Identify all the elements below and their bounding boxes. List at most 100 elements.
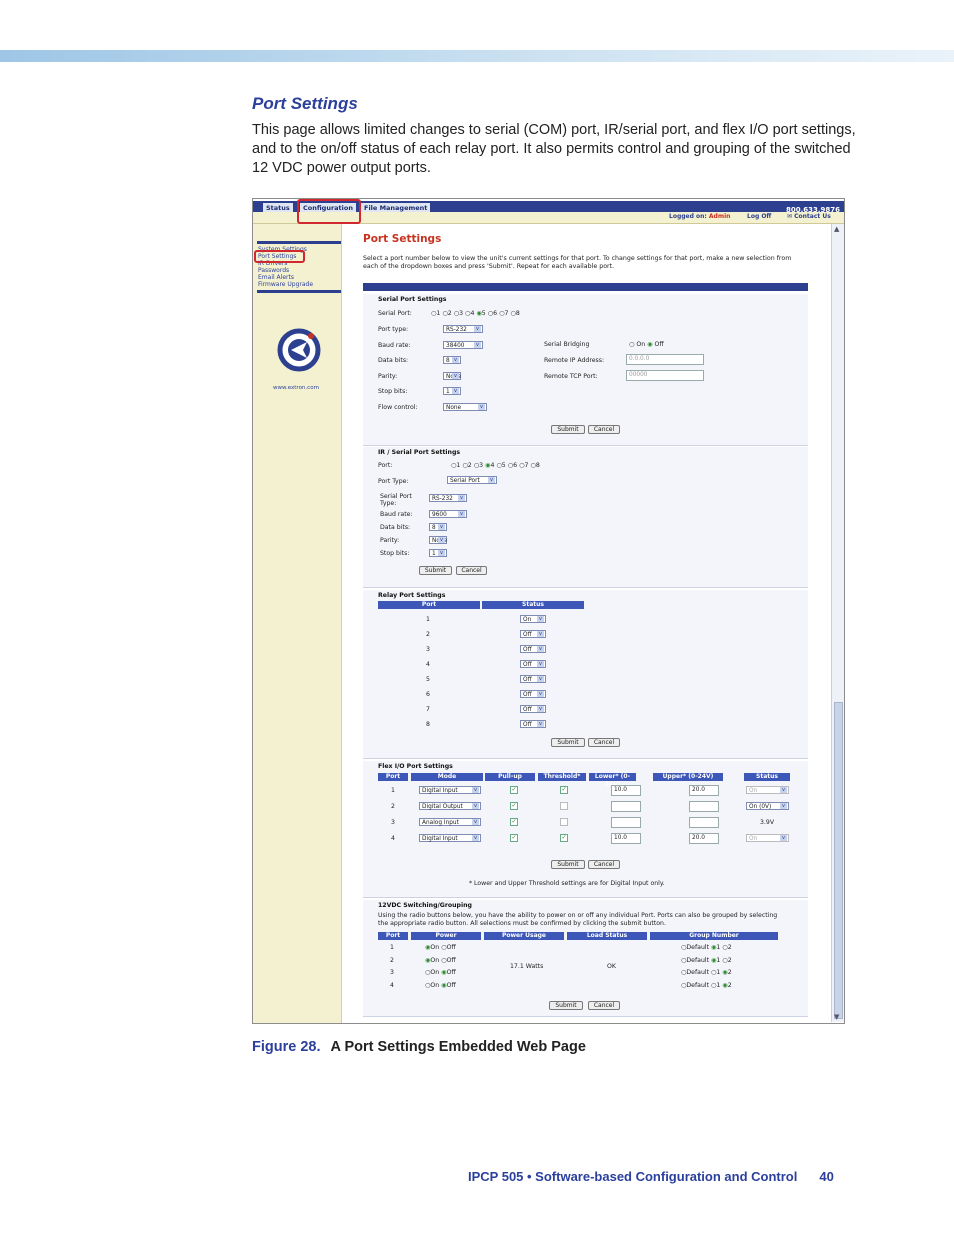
relay-status-select[interactable]: Off	[520, 630, 546, 638]
ir-field-label: Serial Port Type:	[380, 493, 412, 507]
relay-cancel-button[interactable]: Cancel	[588, 738, 620, 747]
relay-status-select[interactable]: Off	[520, 720, 546, 728]
relay-status-select[interactable]: Off	[520, 690, 546, 698]
flex-lower-input[interactable]: 10.0	[611, 833, 641, 844]
flex-upper-input[interactable]	[689, 801, 719, 812]
serial-field-select[interactable]: 38400	[443, 340, 483, 349]
flex-pullup-checkbox[interactable]: ✓	[510, 818, 518, 826]
scroll-down-icon[interactable]: ▼	[834, 1013, 839, 1021]
vdc-power-radio[interactable]: ○On ◉Off	[425, 969, 456, 976]
sidebar-item-firmware-upgrade[interactable]: Firmware Upgrade	[258, 281, 313, 288]
serial-field-select[interactable]: RS-232	[443, 325, 483, 333]
vdc-port-number: 1	[390, 944, 394, 951]
serial-field-select[interactable]: None	[443, 371, 461, 380]
flex-status-text: 3.9V	[760, 819, 775, 826]
flex-pullup-checkbox[interactable]: ✓	[510, 834, 518, 842]
flex-lower-input[interactable]	[611, 801, 641, 812]
vdc-group-radio[interactable]: ○Default ○1 ◉2	[681, 982, 732, 989]
ir-port-radio-group[interactable]: ○1 ○2 ○3 ◉4 ○5 ○6 ○7 ○8	[451, 462, 542, 469]
port-radio-2[interactable]: ○2	[442, 310, 451, 317]
port-radio-6[interactable]: ○6	[488, 310, 497, 317]
ir-field-select[interactable]: 8	[429, 523, 447, 531]
ir-cancel-button[interactable]: Cancel	[456, 566, 487, 575]
serial-field-select[interactable]: 8	[443, 356, 461, 364]
scroll-thumb[interactable]	[834, 702, 843, 1019]
radio-label: Default	[686, 944, 711, 951]
flex-cancel-button[interactable]: Cancel	[588, 860, 620, 869]
port-radio-2[interactable]: ○2	[462, 462, 471, 469]
ir-field-select[interactable]: 1	[429, 549, 447, 557]
flex-threshold-checkbox[interactable]	[560, 802, 568, 810]
port-radio-7[interactable]: ○7	[499, 310, 508, 317]
port-radio-4[interactable]: ◉4	[485, 462, 494, 469]
relay-status-select[interactable]: On	[520, 615, 546, 623]
ir-port-type-select[interactable]: Serial Port	[447, 476, 497, 484]
flex-status-select[interactable]: On (0V)	[746, 802, 789, 810]
remote-tcp-input[interactable]: 00000	[626, 370, 704, 381]
vdc-switching-section: 12VDC Switching/Grouping Using the radio…	[363, 900, 808, 1017]
serial-cancel-button[interactable]: Cancel	[588, 425, 620, 434]
flex-pullup-checkbox[interactable]: ✓	[510, 802, 518, 810]
flex-mode-select[interactable]: Analog Input	[419, 818, 481, 826]
port-radio-5[interactable]: ◉5	[476, 310, 485, 317]
flex-threshold-checkbox[interactable]: ✓	[560, 786, 568, 794]
vdc-power-radio[interactable]: ○On ◉Off	[425, 982, 456, 989]
radio-label: 3	[479, 462, 484, 469]
embedded-web-page-screenshot: Status Configuration File Management 800…	[252, 198, 845, 1024]
vdc-power-radio[interactable]: ◉On ○Off	[425, 957, 456, 964]
log-off-link[interactable]: Log Off	[747, 213, 771, 220]
flex-upper-input[interactable]: 20.0	[689, 833, 719, 844]
serial-port-radio-group[interactable]: ○1 ○2 ○3 ○4 ◉5 ○6 ○7 ○8	[431, 310, 522, 317]
flex-mode-select[interactable]: Digital Input	[419, 834, 481, 842]
port-radio-3[interactable]: ○3	[474, 462, 483, 469]
serial-field-select[interactable]: 1	[443, 387, 461, 395]
vdc-group-radio[interactable]: ○Default ○1 ◉2	[681, 969, 732, 976]
flex-port-number: 4	[391, 835, 395, 842]
port-radio-4[interactable]: ○4	[465, 310, 474, 317]
port-settings-highlight	[254, 250, 305, 263]
relay-status-select[interactable]: Off	[520, 705, 546, 713]
ir-field-select[interactable]: None	[429, 536, 447, 544]
port-radio-1[interactable]: ○1	[431, 310, 440, 317]
remote-ip-input[interactable]: 0.0.0.0	[626, 354, 704, 365]
port-radio-1[interactable]: ○1	[451, 462, 460, 469]
port-radio-8[interactable]: ○8	[510, 310, 519, 317]
relay-status-select[interactable]: Off	[520, 675, 546, 683]
ir-field-select[interactable]: 9600	[429, 510, 467, 518]
flex-mode-select[interactable]: Digital Input	[419, 786, 481, 794]
flex-submit-button[interactable]: Submit	[551, 860, 585, 869]
sidebar-item-passwords[interactable]: Passwords	[258, 267, 313, 274]
serial-field-select[interactable]: None	[443, 402, 487, 411]
port-radio-3[interactable]: ○3	[454, 310, 463, 317]
flex-lower-input[interactable]: 10.0	[611, 785, 641, 796]
ir-submit-button[interactable]: Submit	[419, 566, 452, 575]
serial-bridging-radio[interactable]: ○ On ◉ Off	[629, 341, 664, 348]
flex-pullup-checkbox[interactable]: ✓	[510, 786, 518, 794]
flex-threshold-checkbox[interactable]	[560, 818, 568, 826]
vertical-scrollbar[interactable]: ▲ ▼	[831, 224, 844, 1022]
serial-submit-button[interactable]: Submit	[551, 425, 585, 434]
sidebar-item-email-alerts[interactable]: Email Alerts	[258, 274, 313, 281]
vdc-group-radio[interactable]: ○Default ◉1 ○2	[681, 944, 732, 951]
relay-status-select[interactable]: Off	[520, 645, 546, 653]
scroll-up-icon[interactable]: ▲	[834, 225, 839, 233]
flex-threshold-checkbox[interactable]: ✓	[560, 834, 568, 842]
extron-url[interactable]: www.extron.com	[273, 385, 319, 391]
port-radio-8[interactable]: ○8	[530, 462, 539, 469]
port-radio-5[interactable]: ○5	[496, 462, 505, 469]
port-radio-7[interactable]: ○7	[519, 462, 528, 469]
flex-upper-input[interactable]: 20.0	[689, 785, 719, 796]
relay-submit-button[interactable]: Submit	[551, 738, 585, 747]
vdc-group-radio[interactable]: ○Default ◉1 ○2	[681, 957, 732, 964]
vdc-submit-button[interactable]: Submit	[549, 1001, 583, 1010]
contact-us-link[interactable]: ✉ Contact Us	[787, 213, 831, 220]
relay-status-select[interactable]: Off	[520, 660, 546, 668]
flex-upper-input[interactable]	[689, 817, 719, 828]
vdc-power-radio[interactable]: ◉On ○Off	[425, 944, 456, 951]
flex-mode-select[interactable]: Digital Output	[419, 802, 481, 810]
vdc-cancel-button[interactable]: Cancel	[588, 1001, 620, 1010]
flex-lower-input[interactable]	[611, 817, 641, 828]
port-radio-6[interactable]: ○6	[508, 462, 517, 469]
radio-label: 5	[481, 310, 486, 317]
ir-field-select[interactable]: RS-232	[429, 494, 467, 502]
